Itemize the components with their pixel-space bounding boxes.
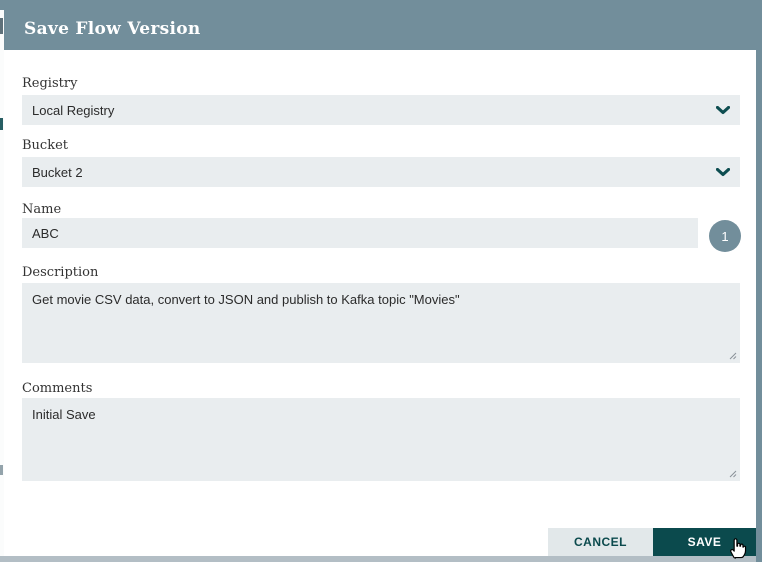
bucket-selected-value: Bucket 2 — [32, 164, 83, 180]
save-button[interactable]: SAVE — [653, 528, 756, 556]
description-label: Description — [22, 265, 99, 280]
name-label: Name — [22, 202, 62, 217]
description-textarea[interactable]: Get movie CSV data, convert to JSON and … — [22, 283, 740, 363]
registry-selected-value: Local Registry — [32, 102, 115, 118]
comments-label: Comments — [22, 381, 93, 396]
background-speck — [0, 18, 3, 34]
comments-textarea[interactable]: Initial Save — [22, 398, 740, 481]
description-textarea-wrap: Get movie CSV data, convert to JSON and … — [22, 283, 740, 363]
bucket-select[interactable]: Bucket 2 — [22, 157, 740, 187]
cancel-button[interactable]: CANCEL — [548, 528, 653, 556]
save-flow-version-dialog: Save Flow Version Registry Local Registr… — [4, 8, 756, 556]
chevron-down-icon — [716, 105, 730, 114]
comments-textarea-wrap: Initial Save — [22, 398, 740, 481]
background-speck — [0, 118, 3, 130]
registry-select[interactable]: Local Registry — [22, 95, 740, 125]
dialog-header: Save Flow Version — [4, 8, 756, 50]
registry-label: Registry — [22, 76, 78, 91]
chevron-down-icon — [716, 167, 730, 176]
name-input[interactable] — [22, 218, 698, 248]
name-badge: 1 — [709, 220, 741, 252]
resize-handle-icon[interactable] — [727, 350, 737, 360]
bucket-label: Bucket — [22, 138, 69, 153]
background-speck — [0, 465, 3, 475]
dialog-title: Save Flow Version — [24, 19, 201, 39]
resize-handle-icon[interactable] — [727, 468, 737, 478]
background-bottom-strip — [0, 556, 756, 562]
